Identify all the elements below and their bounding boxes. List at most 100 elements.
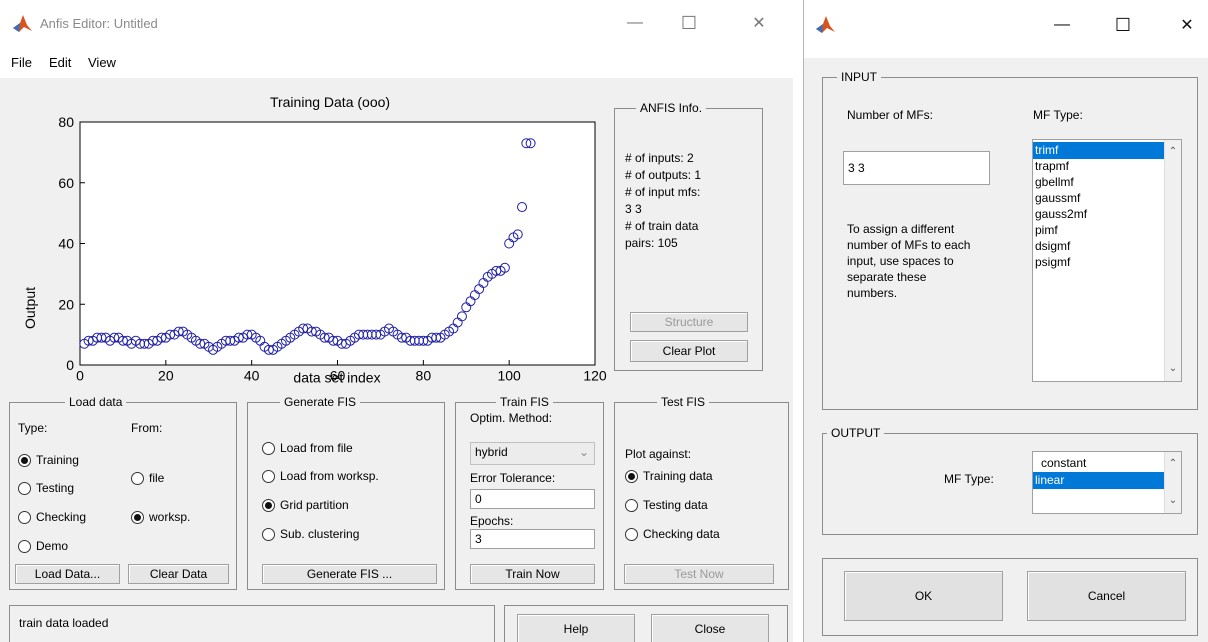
radio-indicator [262,441,275,455]
error-tolerance-input[interactable]: 0 [470,489,595,509]
output-mf-type-list[interactable]: constant linear ⌃ ⌄ [1032,451,1182,514]
cancel-button[interactable]: Cancel [1027,571,1186,621]
window-title: Anfis Editor: Untitled [40,16,158,31]
structure-button[interactable]: Structure [630,312,748,332]
input-mf-type-list[interactable]: trimf trapmf gbellmf gaussmf gauss2mf pi… [1032,139,1182,382]
type-checking-radio[interactable]: Checking [18,510,86,524]
y-tick-label: 40 [58,236,74,252]
list-item[interactable]: constant [1033,455,1181,472]
generate-fis-button[interactable]: Generate FIS ... [262,564,437,584]
matlab-app-icon [11,13,33,36]
optim-method-value: hybrid [475,445,508,459]
type-label: Type: [18,421,48,435]
x-tick-label: 80 [416,367,432,383]
bottom-button-panel: Help Close [504,605,788,642]
info-line: # of outputs: 1 [625,168,702,182]
radio-indicator [18,481,31,495]
list-item[interactable]: trapmf [1033,158,1181,175]
list-item[interactable]: pimf [1033,222,1181,239]
list-item[interactable]: gaussmf [1033,190,1181,207]
menu-view[interactable]: View [88,55,116,70]
sub-clustering-radio[interactable]: Sub. clustering [262,527,359,541]
list-item[interactable]: gauss2mf [1033,206,1181,223]
plot-training-radio[interactable]: Training data [625,469,713,483]
type-training-radio[interactable]: Training [18,453,79,467]
test-now-button[interactable]: Test Now [624,564,774,584]
ok-button[interactable]: OK [844,571,1003,621]
train-fis-panel: Train FIS Optim. Method: hybrid ⌄ Error … [455,395,604,590]
output-mf-type-label: MF Type: [944,472,994,486]
radio-indicator [131,471,144,485]
menu-edit[interactable]: Edit [49,55,71,70]
scroll-down-icon[interactable]: ⌄ [1165,361,1181,377]
list-item[interactable]: trimf [1033,142,1164,159]
x-tick-label: 20 [158,367,174,383]
radio-indicator [262,527,275,541]
scroll-up-icon[interactable]: ⌃ [1165,456,1181,472]
list-item[interactable]: linear [1033,472,1164,489]
radio-label: Checking data [643,527,720,541]
info-line: # of train data [625,219,699,233]
input-list-scrollbar[interactable]: ⌃ ⌄ [1164,140,1181,381]
type-demo-radio[interactable]: Demo [18,539,68,553]
output-group-title: OUTPUT [827,426,885,440]
optim-method-select[interactable]: hybrid ⌄ [470,442,595,465]
hint-line: separate these [847,270,927,284]
epochs-label: Epochs: [470,514,514,528]
scroll-up-icon[interactable]: ⌃ [1165,144,1181,160]
from-file-radio[interactable]: file [131,471,164,485]
load-from-file-radio[interactable]: Load from file [262,441,353,455]
plot-testing-radio[interactable]: Testing data [625,498,708,512]
dialog-minimize-button[interactable]: — [1039,10,1085,40]
generate-fis-title: Generate FIS [280,395,361,409]
radio-label: Training data [643,469,713,483]
train-now-button[interactable]: Train Now [470,564,595,584]
list-item[interactable]: dsigmf [1033,238,1181,255]
load-data-panel: Load data Type: From: Training Testing C… [9,395,237,590]
load-from-workspace-radio[interactable]: Load from worksp. [262,469,379,483]
y-tick-label: 80 [58,114,74,130]
list-item[interactable]: psigmf [1033,254,1181,271]
window-divider [793,0,803,642]
number-of-mfs-input[interactable]: 3 3 [843,151,990,185]
load-data-button[interactable]: Load Data... [15,564,120,584]
radio-label: Testing [36,481,75,495]
list-item[interactable]: gbellmf [1033,174,1181,191]
train-fis-title: Train FIS [496,395,553,409]
grid-partition-radio[interactable]: Grid partition [262,498,349,512]
radio-indicator [625,469,638,483]
help-button[interactable]: Help [517,614,635,642]
minimize-button[interactable]: — [612,8,658,38]
info-line: 3 3 [625,202,642,216]
radio-label: Load from worksp. [280,469,379,483]
plot-checking-radio[interactable]: Checking data [625,527,720,541]
from-label: From: [131,421,163,435]
x-axis-label: data set index [293,369,380,385]
y-tick-label: 0 [66,357,74,373]
test-fis-title: Test FIS [657,395,710,409]
close-window-button[interactable]: ✕ [736,8,782,38]
dialog-button-group: OK Cancel [822,558,1198,636]
type-testing-radio[interactable]: Testing [18,481,74,495]
from-workspace-radio[interactable]: worksp. [131,510,190,524]
dialog-maximize-button[interactable]: ☐ [1100,10,1146,40]
matlab-app-icon [814,14,836,37]
info-line: # of input mfs: [625,185,701,199]
plot-axes [79,121,596,366]
generate-fis-panel: Generate FIS Load from file Load from wo… [247,395,445,590]
radio-indicator [18,510,31,524]
output-list-scrollbar[interactable]: ⌃ ⌄ [1164,452,1181,513]
radio-label: Grid partition [280,498,349,512]
clear-plot-button[interactable]: Clear Plot [630,340,748,362]
dialog-close-button[interactable]: ✕ [1164,10,1208,40]
menu-file[interactable]: File [11,55,32,70]
scroll-down-icon[interactable]: ⌄ [1165,493,1181,509]
y-axis-label: Output [22,287,38,329]
anfis-editor-window: Anfis Editor: Untitled — ☐ ✕ File Edit V… [0,0,793,642]
epochs-input[interactable]: 3 [470,529,595,549]
clear-data-button[interactable]: Clear Data [128,564,229,584]
anfis-titlebar: Anfis Editor: Untitled — ☐ ✕ File Edit V… [0,0,793,78]
close-button[interactable]: Close [651,614,769,642]
maximize-button[interactable]: ☐ [666,8,712,38]
radio-indicator [625,498,638,512]
